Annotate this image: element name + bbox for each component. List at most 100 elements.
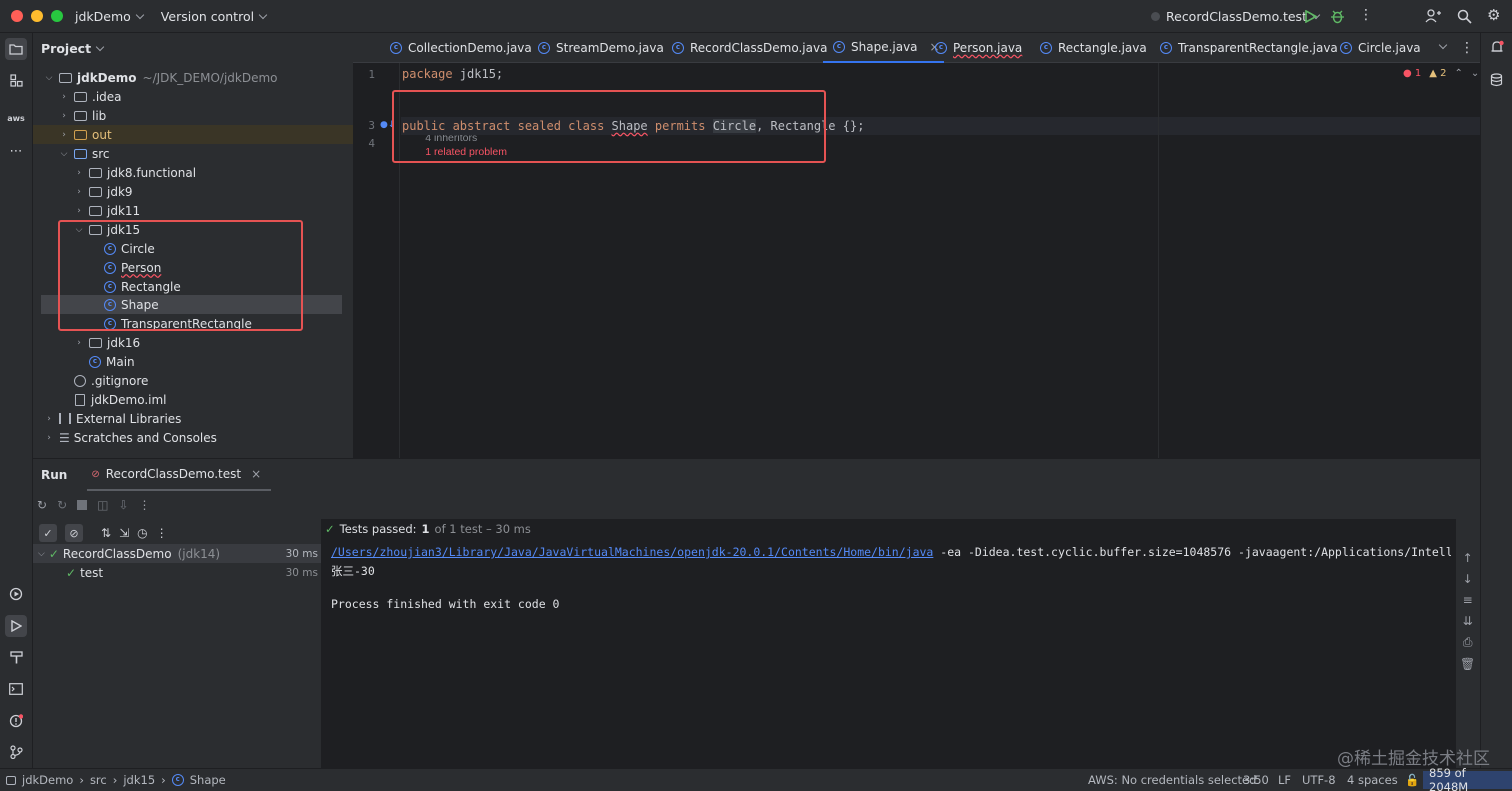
chevron-down-icon[interactable]: ⌄ xyxy=(1471,68,1479,79)
structure-tool-button[interactable] xyxy=(5,69,27,91)
tree-item-lib[interactable]: › lib xyxy=(58,106,106,125)
tab-record-class-demo[interactable]: c RecordClassDemo.java xyxy=(672,33,827,63)
file-encoding[interactable]: UTF-8 xyxy=(1302,773,1336,787)
tab-run-config[interactable]: ⊘ RecordClassDemo.test × xyxy=(87,459,272,491)
collapse-icon[interactable]: ⇲ xyxy=(119,526,129,540)
more-tools-icon[interactable]: ⋯ xyxy=(5,140,27,162)
lock-icon[interactable]: 🔓 xyxy=(1405,773,1419,787)
git-tool-button[interactable] xyxy=(5,741,27,763)
print-icon[interactable]: ⎙ xyxy=(1463,635,1473,650)
tree-item-jdk8[interactable]: › jdk8.functional xyxy=(73,163,196,182)
caret-position[interactable]: 3:50 xyxy=(1243,773,1269,787)
tab-label: Rectangle.java xyxy=(1058,41,1147,55)
chevron-right-icon: › xyxy=(62,129,66,140)
aws-status[interactable]: AWS: No credentials selected xyxy=(1088,773,1256,787)
tree-item-gitignore[interactable]: .gitignore xyxy=(74,371,148,390)
export-icon[interactable]: ⇩ xyxy=(118,498,128,512)
tab-collection-demo[interactable]: c CollectionDemo.java xyxy=(390,33,532,63)
line-number: 1 xyxy=(368,68,375,81)
tree-item-out[interactable]: › out xyxy=(33,125,353,144)
debug-icon[interactable] xyxy=(1330,9,1345,24)
more-options-icon[interactable]: ⋮ xyxy=(156,526,168,540)
close-window-button[interactable] xyxy=(11,10,23,22)
tree-item-scratches[interactable]: › ☰ Scratches and Consoles xyxy=(43,428,217,447)
screenshot-icon[interactable]: ◫ xyxy=(97,498,108,512)
scroll-to-end-icon[interactable]: ⇊ xyxy=(1463,614,1473,628)
add-user-icon[interactable] xyxy=(1425,8,1441,24)
code-editor[interactable]: 1 3 ●↓ 4 package jdk15; 3●sages 4 inheri… xyxy=(353,63,1480,458)
history-clock-icon[interactable]: ◷ xyxy=(137,526,147,540)
tab-list-chevron-icon[interactable] xyxy=(1438,40,1448,50)
tab-circle[interactable]: c Circle.java xyxy=(1340,33,1421,63)
show-passed-toggle[interactable]: ✓ xyxy=(39,524,57,542)
error-count: ● 1 xyxy=(1403,68,1422,79)
vcs-menu[interactable]: Version control xyxy=(161,9,268,24)
console-output[interactable]: ✓ Tests passed: 1 of 1 test – 30 ms /Use… xyxy=(321,519,1456,769)
tree-item-jdk9[interactable]: › jdk9 xyxy=(73,182,132,201)
package-icon xyxy=(89,205,102,216)
breadcrumb-item[interactable]: src xyxy=(90,773,107,787)
sort-icon[interactable]: ⇅ xyxy=(101,526,111,540)
build-tool-button[interactable] xyxy=(5,646,27,668)
test-tree-toolbar: ✓ ⊘ ⇅ ⇲ ◷ ⋮ xyxy=(33,521,321,545)
breadcrumb-item[interactable]: jdkDemo xyxy=(22,773,73,787)
tab-transparent-rectangle[interactable]: c TransparentRectangle.java xyxy=(1160,33,1338,63)
arrow-down-icon[interactable]: ↓ xyxy=(1463,572,1473,586)
tab-stream-demo[interactable]: c StreamDemo.java xyxy=(538,33,664,63)
problems-tool-button[interactable] xyxy=(5,710,27,732)
zoom-window-button[interactable] xyxy=(51,10,63,22)
line-separator[interactable]: LF xyxy=(1278,773,1291,787)
tree-item-root[interactable]: ⌵ jdkDemo ~/JDK_DEMO/jdkDemo xyxy=(43,68,278,87)
tab-options-icon[interactable]: ⋮ xyxy=(1460,40,1474,56)
chevron-right-icon: › xyxy=(112,773,118,787)
run-tool-button[interactable] xyxy=(5,615,27,637)
settings-gear-icon[interactable]: ⚙ xyxy=(1487,6,1500,24)
tree-item-external-libraries[interactable]: › External Libraries xyxy=(43,409,181,428)
project-panel-header[interactable]: Project xyxy=(33,33,353,63)
chevron-up-icon[interactable]: ⌃ xyxy=(1455,68,1463,79)
minimize-window-button[interactable] xyxy=(31,10,43,22)
tree-item-src[interactable]: ⌵ src xyxy=(58,144,110,163)
run-config-icon: ⊘ xyxy=(91,468,100,480)
breadcrumb-item[interactable]: Shape xyxy=(190,773,226,787)
project-tool-button[interactable] xyxy=(5,38,27,60)
aws-tool-button[interactable]: aws xyxy=(5,107,27,129)
show-ignored-toggle[interactable]: ⊘ xyxy=(65,524,83,542)
notifications-bell-icon[interactable] xyxy=(1490,40,1504,55)
arrow-up-icon[interactable]: ↑ xyxy=(1463,551,1473,565)
memory-indicator[interactable]: 859 of 2048M xyxy=(1423,766,1512,791)
class-icon: c xyxy=(1040,42,1052,54)
test-tree-row-test[interactable]: ✓ test 30 ms xyxy=(33,563,321,582)
close-tab-icon[interactable]: × xyxy=(251,467,261,481)
breadcrumb-item[interactable]: jdk15 xyxy=(123,773,155,787)
rerun-failed-icon[interactable]: ↻ xyxy=(57,498,67,512)
project-switcher[interactable]: jdkDemo xyxy=(75,9,145,24)
more-actions-icon[interactable]: ⋮ xyxy=(1359,7,1373,23)
run-config-selector[interactable]: RecordClassDemo.test xyxy=(1151,9,1321,24)
class-icon: c xyxy=(390,42,402,54)
tree-item-idea[interactable]: › .idea xyxy=(58,87,121,106)
tree-item-main[interactable]: c Main xyxy=(89,352,135,371)
tab-label: RecordClassDemo.java xyxy=(690,41,828,55)
search-icon[interactable] xyxy=(1457,9,1472,24)
rerun-icon[interactable]: ↻ xyxy=(37,498,47,512)
terminal-tool-button[interactable] xyxy=(5,678,27,700)
inspection-widget[interactable]: ● 1 ▲ 2 ⌃ ⌄ xyxy=(1403,68,1479,79)
indent-setting[interactable]: 4 spaces xyxy=(1347,773,1398,787)
tree-item-jdk16[interactable]: › jdk16 xyxy=(73,333,140,352)
test-tree-row-suite[interactable]: ⌵ ✓ RecordClassDemo (jdk14) 30 ms xyxy=(33,544,321,563)
services-tool-button[interactable] xyxy=(5,583,27,605)
database-icon[interactable] xyxy=(1490,73,1503,87)
tab-rectangle[interactable]: c Rectangle.java xyxy=(1040,33,1147,63)
tab-shape[interactable]: c Shape.java × xyxy=(823,33,944,63)
run-tab-bar: Run ⊘ RecordClassDemo.test × xyxy=(33,459,1480,491)
run-icon[interactable] xyxy=(1304,10,1317,23)
tree-item-jdk11[interactable]: › jdk11 xyxy=(73,201,140,220)
tab-person[interactable]: c Person.java xyxy=(935,33,1022,63)
more-options-icon[interactable]: ⋮ xyxy=(139,498,151,512)
tree-item-iml[interactable]: jdkDemo.iml xyxy=(75,390,167,409)
stop-icon[interactable] xyxy=(77,500,88,510)
java-path-link[interactable]: /Users/zhoujian3/Library/Java/JavaVirtua… xyxy=(331,545,933,559)
trash-icon[interactable]: 🗑 xyxy=(1460,657,1475,671)
soft-wrap-icon[interactable]: ≡ xyxy=(1463,593,1473,607)
